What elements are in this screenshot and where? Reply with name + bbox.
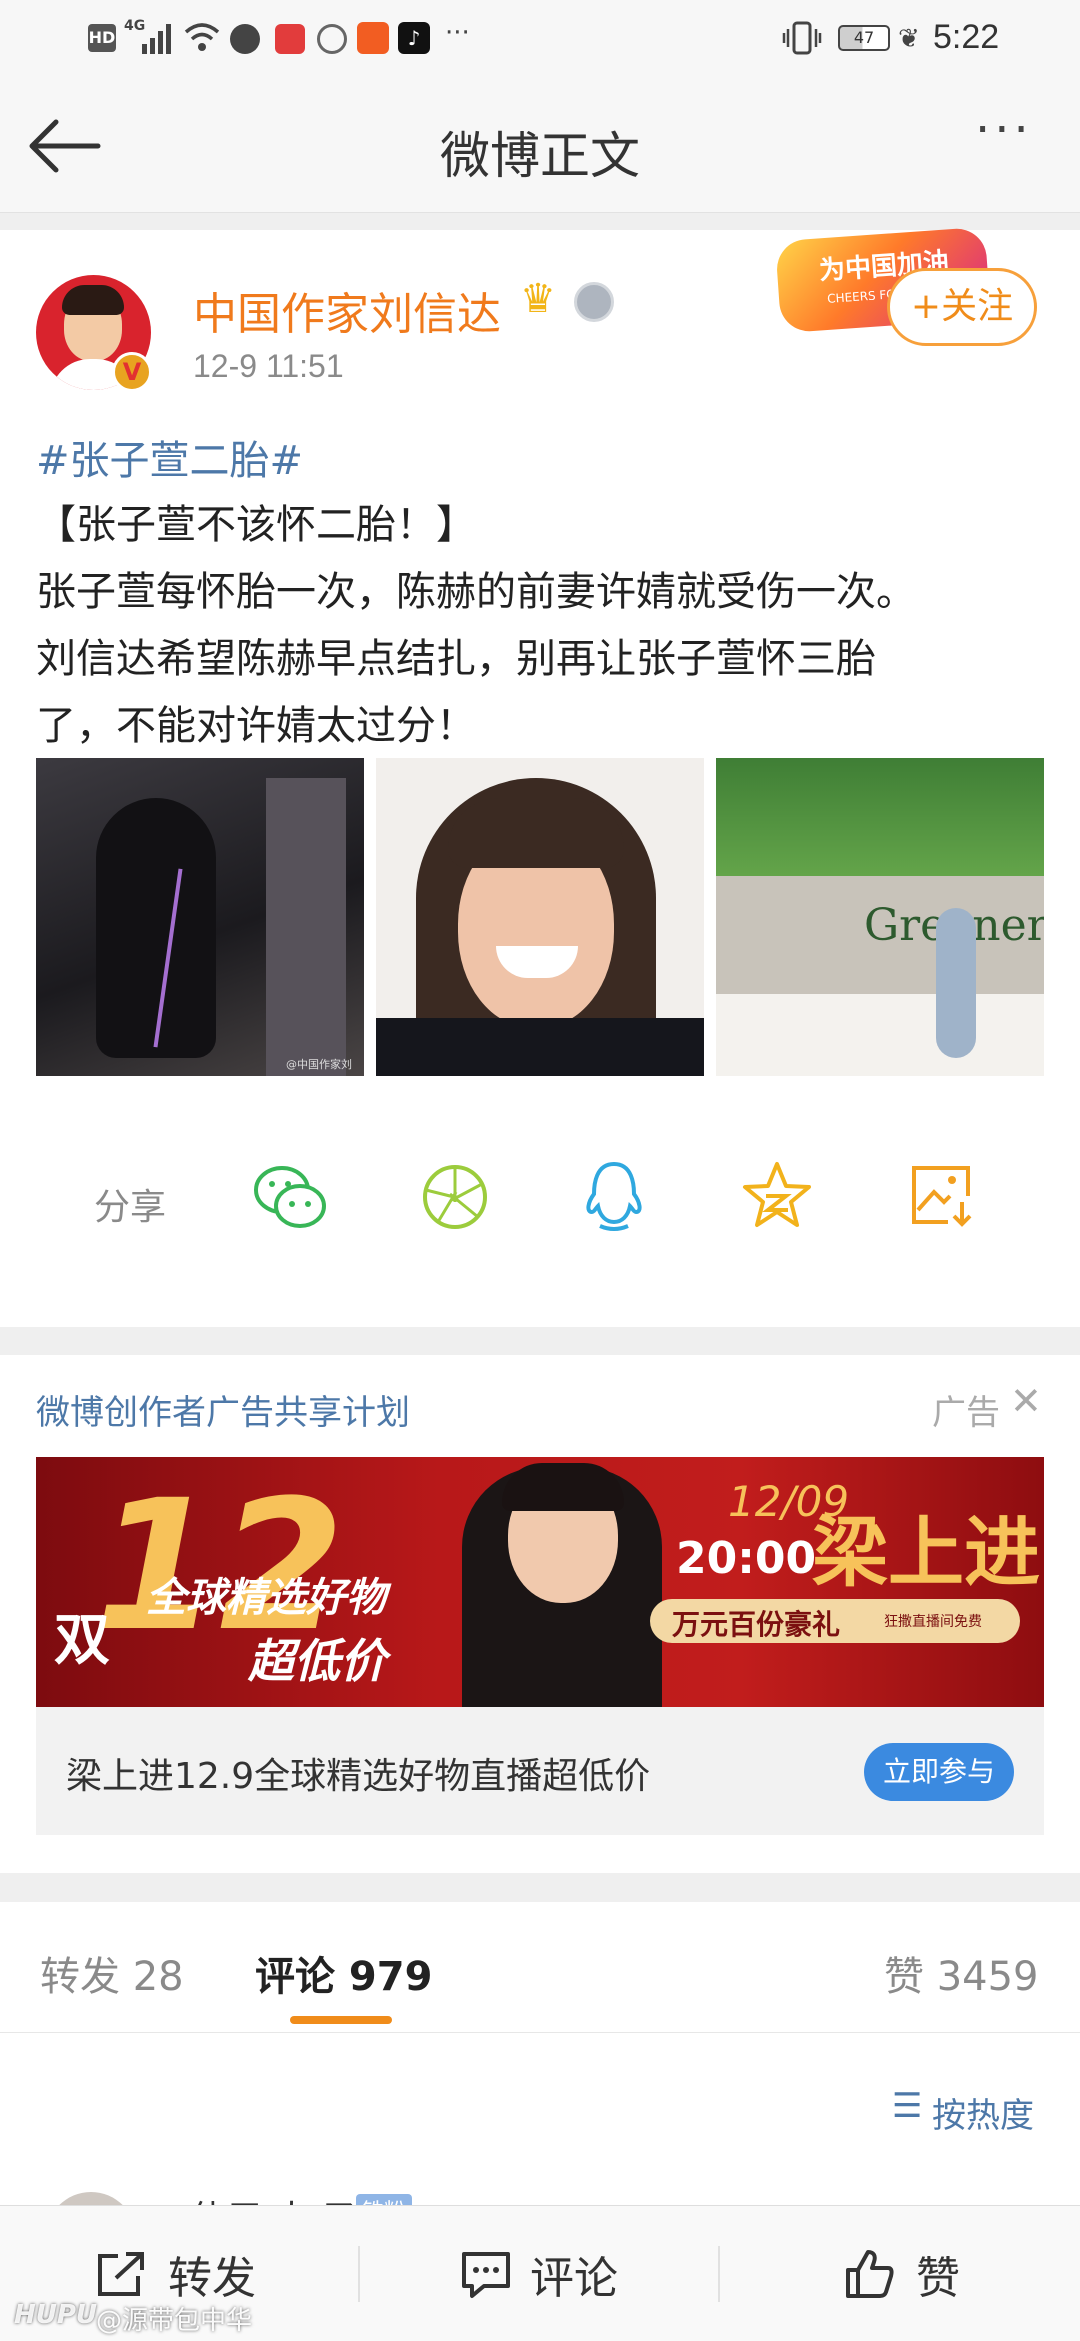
more-options-icon[interactable]: ··· — [975, 102, 1033, 158]
browser-icon — [317, 24, 347, 54]
hd-badge: HD — [88, 24, 116, 52]
post-line: 刘信达希望陈赫早点结扎，别再让张子萱怀三胎 — [36, 636, 876, 682]
signal-icon — [142, 24, 171, 54]
repost-button[interactable]: 转发 — [96, 2242, 296, 2306]
clock: 5:22 — [933, 18, 1000, 56]
nav-bar: 微博正文 ··· — [0, 82, 1080, 213]
like-button[interactable]: 赞 — [844, 2242, 1004, 2306]
save-image-icon[interactable] — [908, 1162, 974, 1228]
crown-icon: ♛ — [520, 276, 556, 322]
tab-repost[interactable]: 转发 28 — [40, 1944, 184, 2002]
comments-section: 转发 28 评论 979 赞 3459 ☰ 按热度 使用 大 子 铁粉 — [0, 1902, 1080, 2282]
leaf-icon: ❦ — [898, 24, 920, 54]
medal-icon — [574, 282, 614, 322]
sort-icon: ☰ — [892, 2086, 923, 2126]
post-line: 张子萱每怀胎一次，陈赫的前妻许婧就受伤一次。 — [36, 569, 916, 615]
post-line: 了，不能对许婧太过分！ — [36, 703, 476, 749]
ad-tag: 广告 — [932, 1393, 1000, 1433]
ad-caption: 梁上进12.9全球精选好物直播超低价 — [66, 1756, 651, 1797]
share-out-icon — [98, 2252, 144, 2296]
ad-card: 微博创作者广告共享计划 广告 ✕ 12 双 全球精选好物 超低价 12/09 2… — [0, 1355, 1080, 1873]
repost-label: 转发 — [168, 2253, 256, 2304]
moments-icon[interactable] — [420, 1162, 490, 1232]
post-image-1[interactable]: @中国作家刘 — [36, 758, 364, 1076]
qq-icon[interactable] — [582, 1160, 646, 1234]
ad-banner[interactable]: 12 双 全球精选好物 超低价 12/09 20:00 梁上进 万元百份豪礼 狂… — [36, 1457, 1044, 1707]
wifi-icon — [184, 23, 220, 51]
share-label: 分享 — [94, 1187, 167, 1228]
tiktok-icon: ♪ — [398, 22, 430, 54]
globe-icon — [230, 24, 260, 54]
active-tab-indicator — [290, 2016, 392, 2024]
hashtag-link[interactable]: #张子萱二胎# — [36, 428, 303, 486]
sort-label: 按热度 — [932, 2096, 1034, 2136]
bottom-toolbar: 转发 评论 赞 HUPU @源带包中华 — [0, 2205, 1080, 2341]
watermark-user: @源带包中华 — [96, 2306, 253, 2336]
close-ad-icon[interactable]: ✕ — [1010, 1379, 1042, 1423]
tab-like[interactable]: 赞 3459 — [884, 1944, 1039, 2002]
thumbs-up-icon — [846, 2250, 894, 2298]
divider — [718, 2246, 720, 2302]
post-line: 【张子萱不该怀二胎！】 — [36, 502, 476, 548]
more-notifications: ··· — [445, 18, 470, 48]
author-name[interactable]: 中国作家刘信达 — [193, 278, 501, 342]
like-label: 赞 — [916, 2253, 960, 2304]
participate-button[interactable]: 立即参与 — [864, 1743, 1014, 1801]
app-orange-icon — [357, 22, 389, 54]
tab-comment[interactable]: 评论 979 — [255, 1944, 432, 2002]
post-text: 【张子萱不该怀二胎！】 张子萱每怀胎一次，陈赫的前妻许婧就受伤一次。 刘信达希望… — [36, 492, 1056, 760]
qzone-icon[interactable] — [742, 1160, 812, 1230]
post-card: V 中国作家刘信达 ♛ 12-9 11:51 为中国加油 CHEERS FOR … — [0, 226, 1080, 1327]
comment-button[interactable]: 评论 — [460, 2242, 660, 2306]
divider — [358, 2246, 360, 2302]
vibrate-icon — [782, 21, 822, 55]
status-bar: HD 4G ♪ ··· 47 ❦ 5:22 — [0, 0, 1080, 82]
post-image-2[interactable] — [376, 758, 704, 1076]
ad-footer[interactable]: 梁上进12.9全球精选好物直播超低价 立即参与 — [36, 1707, 1044, 1835]
page-title: 微博正文 — [440, 127, 640, 185]
follow-button[interactable]: +关注 — [887, 268, 1037, 346]
post-time: 12-9 11:51 — [193, 348, 344, 384]
comment-label: 评论 — [530, 2253, 618, 2304]
ad-program-title[interactable]: 微博创作者广告共享计划 — [36, 1385, 410, 1434]
comment-icon — [462, 2252, 510, 2298]
verified-badge-icon: V — [112, 352, 152, 392]
battery-icon: 47 — [838, 25, 890, 51]
post-image-3[interactable]: Greener — [716, 758, 1044, 1076]
wechat-icon[interactable] — [252, 1162, 328, 1232]
watermark-brand: HUPU — [14, 2300, 98, 2330]
app-red-icon — [275, 24, 305, 54]
